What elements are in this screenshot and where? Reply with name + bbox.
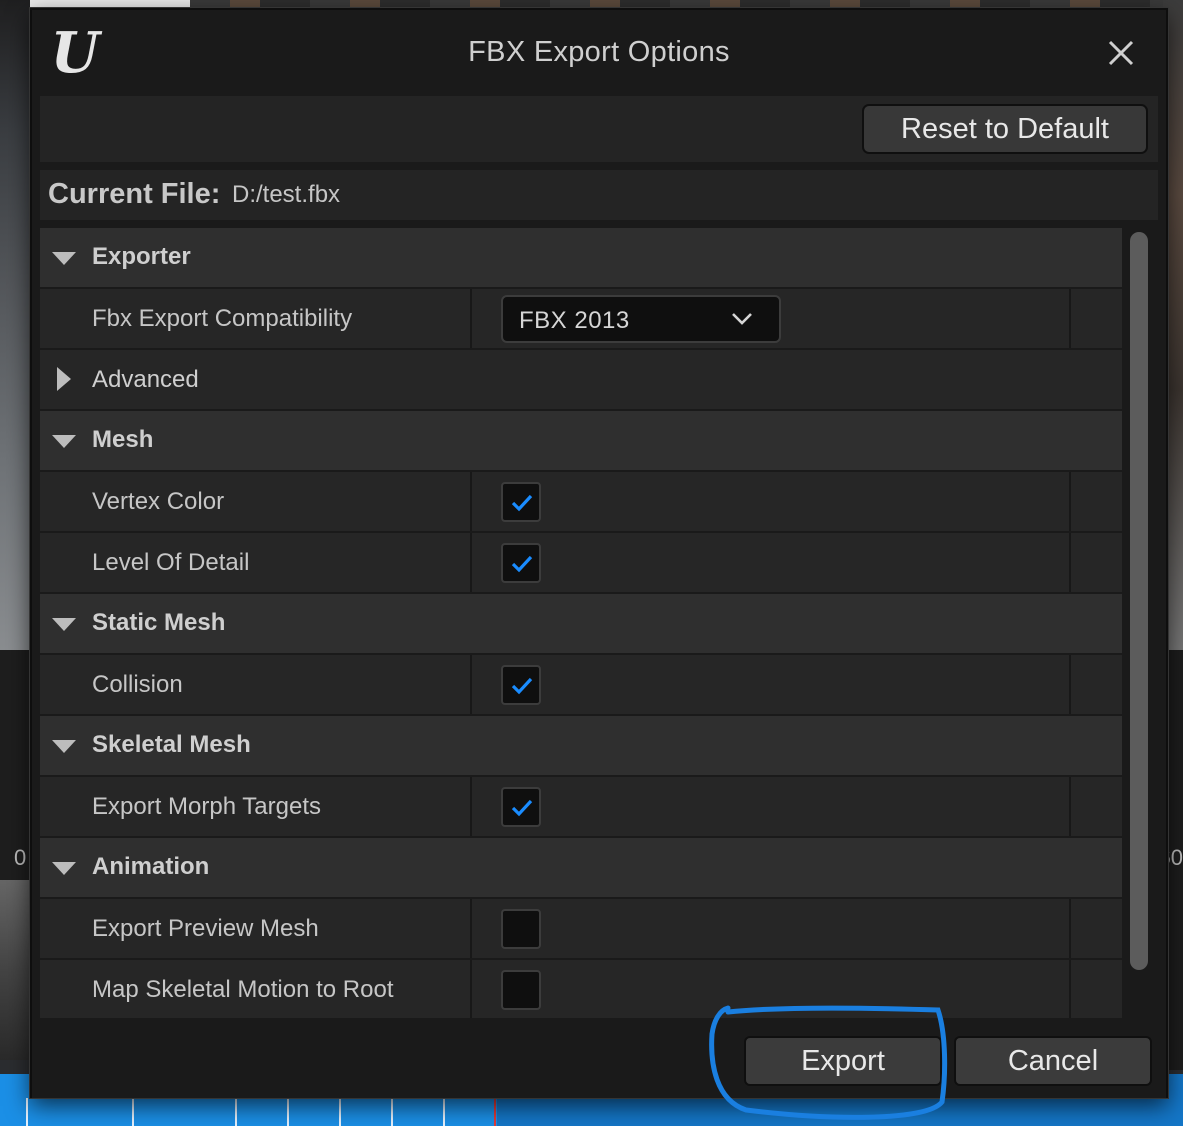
column-splitter: [1069, 289, 1071, 348]
column-splitter[interactable]: [470, 472, 472, 531]
checkmark-icon: [511, 555, 533, 573]
column-splitter[interactable]: [470, 777, 472, 836]
section-label: Static Mesh: [92, 609, 226, 636]
property-row-fbx-export-compatibility: Fbx Export Compatibility FBX 2013: [40, 289, 1122, 348]
property-label: Fbx Export Compatibility: [92, 305, 353, 332]
column-splitter: [1069, 777, 1071, 836]
property-row-collision: Collision: [40, 655, 1122, 714]
column-splitter[interactable]: [470, 960, 472, 1018]
timeline-segment: [235, 1098, 237, 1126]
property-label: Map Skeletal Motion to Root: [92, 976, 394, 1003]
current-file-row: Current File: D:/test.fbx: [40, 170, 1158, 220]
collision-checkbox[interactable]: [501, 665, 541, 705]
expand-arrow-icon: [52, 862, 76, 875]
timeline-segment: [443, 1098, 445, 1126]
export-preview-mesh-checkbox[interactable]: [501, 909, 541, 949]
column-splitter: [1069, 960, 1071, 1018]
property-label: Vertex Color: [92, 488, 225, 515]
section-header-animation[interactable]: Animation: [40, 838, 1122, 897]
close-icon[interactable]: [1104, 36, 1138, 70]
property-row-vertex-color: Vertex Color: [40, 472, 1122, 531]
property-label: Export Morph Targets: [92, 793, 321, 820]
column-splitter[interactable]: [470, 655, 472, 714]
property-label: Level Of Detail: [92, 549, 250, 576]
property-row-export-preview-mesh: Export Preview Mesh: [40, 899, 1122, 958]
background-thumbnail-left: [0, 880, 30, 1060]
dropdown-value: FBX 2013: [519, 307, 630, 334]
details-panel: Exporter Fbx Export Compatibility FBX 20…: [40, 228, 1124, 1018]
column-splitter: [1069, 655, 1071, 714]
background-viewport-left: [0, 0, 30, 650]
export-morph-targets-checkbox[interactable]: [501, 787, 541, 827]
timeline-tick-label: 0: [14, 845, 27, 870]
timeline-segment: [339, 1098, 341, 1126]
property-row-level-of-detail: Level Of Detail: [40, 533, 1122, 592]
property-label: Export Preview Mesh: [92, 915, 319, 942]
section-label: Advanced: [92, 366, 199, 393]
section-label: Animation: [92, 853, 210, 880]
dialog-footer: Export Cancel: [32, 1018, 1166, 1098]
checkmark-icon: [511, 494, 533, 512]
dialog-title: FBX Export Options: [468, 36, 730, 68]
section-advanced[interactable]: Advanced: [40, 350, 1122, 409]
section-header-static-mesh[interactable]: Static Mesh: [40, 594, 1122, 653]
timeline-segment: [26, 1098, 28, 1126]
title-bar[interactable]: U FBX Export Options: [32, 10, 1166, 96]
property-row-map-skeletal-motion-to-root: Map Skeletal Motion to Root: [40, 960, 1122, 1018]
export-button[interactable]: Export: [744, 1036, 942, 1086]
column-splitter: [1069, 533, 1071, 592]
fbx-export-dialog: U FBX Export Options Reset to Default Cu…: [30, 8, 1168, 1098]
chevron-down-icon: [732, 313, 752, 325]
current-file-label: Current File:: [48, 178, 221, 210]
column-splitter[interactable]: [470, 533, 472, 592]
expand-arrow-icon: [52, 435, 76, 448]
timeline-playhead[interactable]: [494, 1098, 496, 1126]
timeline-segment: [287, 1098, 289, 1126]
section-label: Mesh: [92, 426, 154, 453]
property-label: Collision: [92, 671, 183, 698]
section-label: Exporter: [92, 243, 191, 270]
timeline-segment: [132, 1098, 134, 1126]
expand-arrow-right-icon: [57, 367, 71, 391]
section-header-exporter[interactable]: Exporter: [40, 228, 1122, 287]
cancel-button[interactable]: Cancel: [954, 1036, 1152, 1086]
section-header-mesh[interactable]: Mesh: [40, 411, 1122, 470]
section-header-skeletal-mesh[interactable]: Skeletal Mesh: [40, 716, 1122, 775]
expand-arrow-icon: [52, 252, 76, 265]
timeline-segment: [391, 1098, 393, 1126]
current-file-value: D:/test.fbx: [232, 181, 341, 208]
column-splitter: [1069, 899, 1071, 958]
details-scrollbar[interactable]: [1130, 232, 1148, 970]
fbx-compatibility-dropdown[interactable]: FBX 2013: [501, 295, 781, 343]
column-splitter[interactable]: [470, 899, 472, 958]
scrollbar-thumb[interactable]: [1130, 232, 1148, 970]
level-of-detail-checkbox[interactable]: [501, 543, 541, 583]
checkmark-icon: [511, 677, 533, 695]
reset-to-default-button[interactable]: Reset to Default: [862, 104, 1148, 154]
checkmark-icon: [511, 799, 533, 817]
vertex-color-checkbox[interactable]: [501, 482, 541, 522]
property-row-export-morph-targets: Export Morph Targets: [40, 777, 1122, 836]
column-splitter: [1069, 472, 1071, 531]
section-label: Skeletal Mesh: [92, 731, 251, 758]
expand-arrow-icon: [52, 618, 76, 631]
options-toolbar: Reset to Default: [40, 96, 1158, 162]
expand-arrow-icon: [52, 740, 76, 753]
map-skeletal-motion-to-root-checkbox[interactable]: [501, 970, 541, 1010]
column-splitter[interactable]: [470, 289, 472, 348]
